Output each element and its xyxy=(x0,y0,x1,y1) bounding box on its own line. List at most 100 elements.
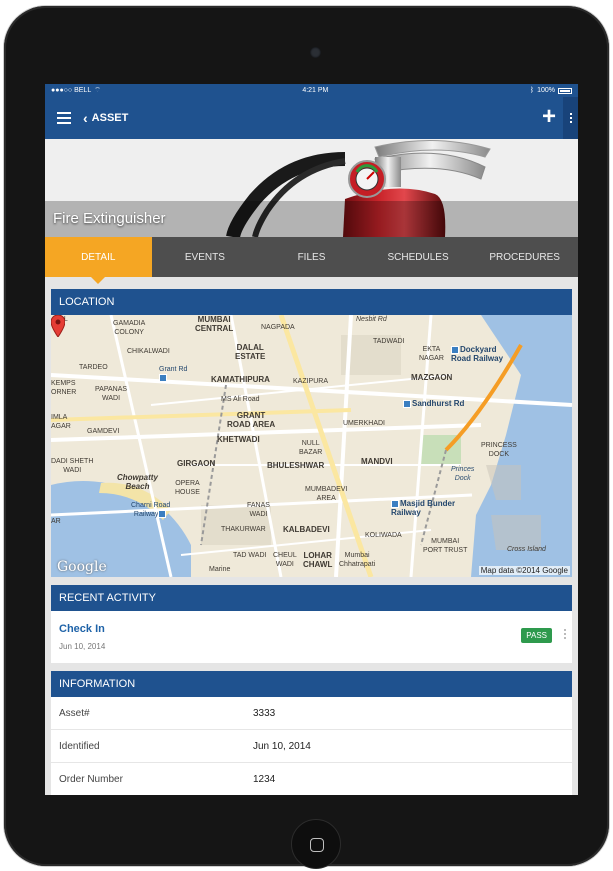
map-label-ekta: EKTA NAGAR xyxy=(419,346,444,362)
map-label-gamadia: GAMADIA COLONY xyxy=(113,320,146,336)
map-label-dalal: DALAL ESTATE xyxy=(235,343,266,361)
map-label-opera: OPERA HOUSE xyxy=(175,480,200,496)
recent-activity-card: RECENT ACTIVITY Check In Jun 10, 2014 PA… xyxy=(51,585,572,663)
overflow-menu-icon[interactable] xyxy=(563,97,578,139)
asset-title: Fire Extinguisher xyxy=(53,210,166,227)
map-label-girgaon: GIRGAON xyxy=(177,459,216,468)
map-label-princes-dock: Princes Dock xyxy=(451,466,475,482)
app-bar: ‹ ASSET + xyxy=(45,97,578,139)
map-label-cross-island: Cross Island xyxy=(507,546,546,553)
map-label-sandhurst: Sandhurst Rd xyxy=(403,399,464,408)
map-label-ar: AR xyxy=(51,518,61,525)
map-label-koliwada: KOLIWADA xyxy=(365,532,402,539)
map-label-dockyard: Dockyard Road Railway xyxy=(451,345,504,363)
tab-schedules[interactable]: SCHEDULES xyxy=(365,237,472,277)
tab-detail[interactable]: DETAIL xyxy=(45,237,152,284)
location-card: LOCATION GAMADIA COLONY MUMBAI CENTRAL N… xyxy=(51,289,572,577)
metro-icon xyxy=(159,374,167,383)
map-label-bhuleshwar: BHULESHWAR xyxy=(267,461,325,470)
map-label-mumbai-port: MUMBAI PORT TRUST xyxy=(423,538,468,554)
activity-date: Jun 10, 2014 xyxy=(59,642,106,651)
map-pin-icon[interactable] xyxy=(51,315,65,337)
add-button[interactable]: + xyxy=(542,104,556,130)
map-label-chikalwadi: CHIKALWADI xyxy=(127,348,170,355)
info-label: Asset# xyxy=(59,707,90,719)
map-label-princess-dock-top: PRINCESS DOCK xyxy=(481,442,517,458)
info-value: 3333 xyxy=(253,707,276,719)
map-label-chhatrapati: Mumbai Chhatrapati xyxy=(339,552,376,568)
map-label-marine: Marine xyxy=(209,566,231,573)
map-label-mandvi: MANDVI xyxy=(361,457,393,466)
map-label-umerkhadi: UMERKHADI xyxy=(343,420,386,427)
info-value: Jun 10, 2014 xyxy=(253,740,311,752)
home-square-icon xyxy=(310,838,324,852)
asset-hero-image: Fire Extinguisher xyxy=(45,139,578,237)
battery-icon xyxy=(558,87,572,94)
status-time: 4:21 PM xyxy=(302,87,329,94)
tab-events[interactable]: EVENTS xyxy=(152,237,259,277)
map-label-papanas: PAPANAS WADI xyxy=(95,386,128,402)
wifi-icon: ⌔ xyxy=(94,87,101,94)
camera-icon xyxy=(310,47,321,58)
status-bar: ●●●○○ BELL ⌔ 4:21 PM ᛒ 100% xyxy=(45,84,578,97)
map-label-nagpada: NAGPADA xyxy=(261,324,295,331)
map-label-mumbadevi: MUMBADEVI AREA xyxy=(305,486,348,502)
carrier-label: ●●●○○ BELL xyxy=(51,87,92,94)
map-label-fanas: FANAS WADI xyxy=(247,502,270,518)
back-button[interactable]: ‹ ASSET xyxy=(83,110,128,126)
map-label-mumbai-central: MUMBAI CENTRAL xyxy=(195,315,234,333)
location-map[interactable]: HILL GAMADIA COLONY MUMBAI CENTRAL NAGPA… xyxy=(51,315,572,577)
map-label-tad-wadi: TAD WADI xyxy=(233,552,267,559)
recent-activity-header: RECENT ACTIVITY xyxy=(51,585,572,611)
map-label-dadi: DADI SHETH WADI xyxy=(51,458,94,474)
metro-icon xyxy=(451,345,459,354)
map-label-lohar-chawl: LOHAR CHAWL xyxy=(303,551,333,569)
map-label-tadwadi: TADWADI xyxy=(373,338,405,345)
map-label-mazgaon: MAZGAON xyxy=(411,373,453,382)
table-row: Identified Jun 10, 2014 xyxy=(51,730,572,763)
list-item[interactable]: Check In Jun 10, 2014 PASS xyxy=(51,611,572,663)
map-attribution[interactable]: Map data ©2014 Google xyxy=(478,566,570,575)
location-header: LOCATION xyxy=(51,289,572,315)
tab-files[interactable]: FILES xyxy=(258,237,365,277)
map-label-cheul-wadi: CHEUL WADI xyxy=(273,552,297,568)
map-label-charni: Charni Road Railway xyxy=(131,502,171,519)
chevron-left-icon: ‹ xyxy=(83,110,88,126)
activity-title[interactable]: Check In xyxy=(59,623,105,635)
bluetooth-icon: ᛒ xyxy=(529,87,535,94)
app-screen: ●●●○○ BELL ⌔ 4:21 PM ᛒ 100% ‹ ASSET + Fi… xyxy=(45,84,578,795)
map-label-ms-ali: MS Ali Road xyxy=(221,396,260,403)
map-label-kalbadevi: KALBADEVI xyxy=(283,525,330,534)
map-label-masjid: Masjid Bunder Railway xyxy=(391,499,456,517)
map-label-kemps: KEMPS ORNER xyxy=(51,380,77,396)
home-button[interactable] xyxy=(291,819,341,869)
info-label: Identified xyxy=(59,740,100,752)
metro-icon xyxy=(391,499,399,508)
map-label-null-bazar: NULL BAZAR xyxy=(299,440,323,456)
row-more-icon[interactable] xyxy=(564,629,566,639)
tab-procedures[interactable]: PROCEDURES xyxy=(471,237,578,277)
map-label-grant-rd: Grant Rd xyxy=(159,365,187,383)
information-card: INFORMATION Asset# 3333 Identified Jun 1… xyxy=(51,671,572,795)
back-label: ASSET xyxy=(91,112,129,124)
map-label-imla: IMLA AGAR xyxy=(51,414,71,430)
map-label-nesbit: Nesbit Rd xyxy=(356,316,387,323)
battery-percent: 100% xyxy=(537,87,555,94)
information-header: INFORMATION xyxy=(51,671,572,697)
map-label-khetwadi: KHETWADI xyxy=(217,435,260,444)
map-label-grant-road-area: GRANT ROAD AREA xyxy=(227,411,276,429)
map-label-chowpatty: Chowpatty Beach xyxy=(117,473,158,491)
menu-icon[interactable] xyxy=(57,112,71,124)
status-badge: PASS xyxy=(521,628,552,643)
google-logo: Google xyxy=(57,559,107,575)
table-row: Asset# 3333 xyxy=(51,697,572,730)
map-label-thakurwar: THAKURWAR xyxy=(221,526,266,533)
info-value: 1234 xyxy=(253,773,276,785)
table-row: Order Number 1234 xyxy=(51,763,572,795)
metro-icon xyxy=(158,510,167,519)
map-label-kamathipura: KAMATHIPURA xyxy=(211,375,270,384)
metro-icon xyxy=(403,399,411,408)
tab-bar: DETAIL EVENTS FILES SCHEDULES PROCEDURES xyxy=(45,237,578,284)
map-label-gamdevi: GAMDEVI xyxy=(87,428,120,435)
info-label: Order Number xyxy=(59,773,123,785)
